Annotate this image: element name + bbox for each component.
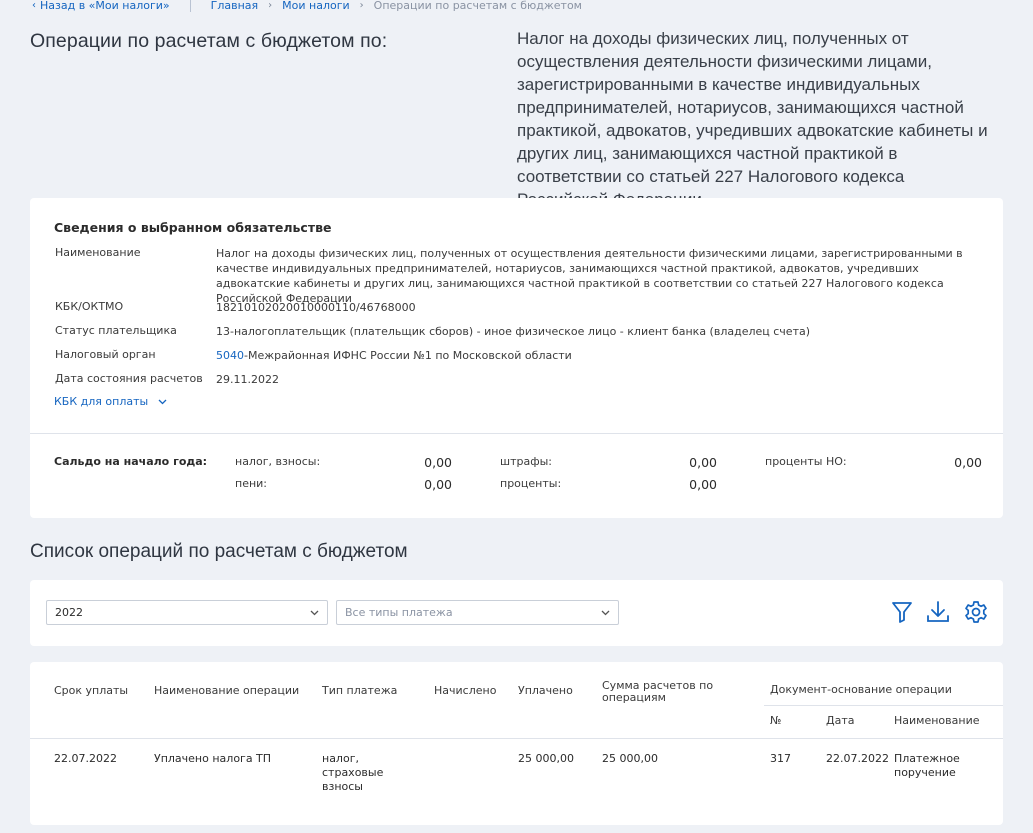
doc-header-divider: [764, 705, 1003, 706]
filter-icon[interactable]: [890, 600, 914, 624]
chevron-down-icon: [158, 399, 167, 404]
col-header-doc-date: Дата: [826, 714, 855, 727]
cell-doc-name: Платежное поручение: [894, 752, 960, 779]
col-header-sum[interactable]: Сумма расчетов по операциям: [602, 680, 732, 704]
back-link[interactable]: ‹ Назад в «Мои налоги»: [32, 0, 170, 12]
filter-bar: 2022 Все типы платежа: [30, 580, 1003, 646]
kbk-pay-toggle[interactable]: КБК для оплаты: [54, 395, 167, 408]
operations-list-title: Список операций по расчетам с бюджетом: [30, 541, 408, 562]
operations-table: Срок уплаты Наименование операции Тип пл…: [30, 662, 1003, 825]
tax-office-code-link[interactable]: 5040: [216, 349, 244, 362]
tax-title: Налог на доходы физических лиц, полученн…: [517, 29, 988, 209]
cell-paid: 25 000,00: [518, 752, 574, 765]
saldo-tax-value: 0,00: [424, 455, 452, 470]
chevron-down-icon: [310, 610, 319, 615]
col-header-paid: Уплачено: [518, 684, 573, 697]
settings-icon[interactable]: [964, 600, 988, 624]
payment-type-select[interactable]: Все типы платежа: [336, 600, 619, 625]
breadcrumb-current: Операции по расчетам с бюджетом: [373, 0, 582, 12]
breadcrumb-my-taxes[interactable]: Мои налоги: [282, 0, 350, 12]
col-header-doc: Документ-основание операции: [770, 683, 952, 696]
table-header-divider: [30, 738, 1003, 739]
saldo-interest-value: 0,00: [689, 477, 717, 492]
chevron-down-icon: [601, 610, 610, 615]
saldo-label: Сальдо на начало года:: [54, 455, 208, 468]
payment-type-placeholder: Все типы платежа: [345, 606, 453, 619]
breadcrumb-home[interactable]: Главная: [211, 0, 259, 12]
chevron-right-icon: ›: [359, 0, 364, 11]
saldo-interest-label: проценты:: [500, 477, 562, 490]
col-header-operation: Наименование операции: [154, 684, 300, 697]
status-label: Статус плательщика: [55, 324, 177, 337]
saldo-interest-no-label: проценты НО:: [765, 455, 847, 468]
name-label: Наименование: [55, 246, 141, 259]
col-header-doc-name: Наименование: [894, 714, 980, 727]
back-link-label: Назад в «Мои налоги»: [40, 0, 170, 12]
col-header-accrued: Начислено: [434, 684, 497, 697]
card-divider: [30, 433, 1003, 434]
tax-office-value: 5040-Межрайонная ИФНС России №1 по Моско…: [216, 348, 981, 363]
page-title: Операции по расчетам с бюджетом по:: [30, 30, 388, 52]
saldo-penalty-value: 0,00: [424, 477, 452, 492]
cell-operation: Уплачено налога ТП: [154, 752, 272, 765]
breadcrumb-separator: [189, 0, 191, 12]
col-header-due: Срок уплаты: [54, 684, 129, 697]
saldo-penalty-label: пени:: [235, 477, 268, 490]
chevron-right-icon: ›: [268, 0, 273, 11]
kbk-value: 18210102020010000110/46768000: [216, 301, 416, 314]
kbk-pay-label: КБК для оплаты: [54, 395, 149, 408]
kbk-label: КБК/ОКТМО: [55, 300, 124, 313]
name-value: Налог на доходы физических лиц, полученн…: [216, 247, 963, 305]
status-value: 13-налогоплательщик (плательщик сборов) …: [216, 325, 811, 338]
year-select-value: 2022: [55, 606, 83, 619]
saldo-fines-value: 0,00: [689, 455, 717, 470]
col-header-doc-num: №: [770, 714, 782, 727]
obligation-heading: Сведения о выбранном обязательстве: [54, 220, 332, 235]
breadcrumb: ‹ Назад в «Мои налоги» Главная › Мои нал…: [32, 0, 582, 12]
date-label: Дата состояния расчетов: [55, 372, 203, 385]
col-header-payment-type: Тип платежа: [322, 684, 398, 697]
cell-due: 22.07.2022: [54, 752, 117, 765]
tax-office-label: Налоговый орган: [55, 348, 156, 361]
saldo-interest-no-value: 0,00: [954, 455, 982, 470]
cell-doc-date: 22.07.2022: [826, 752, 889, 765]
year-select[interactable]: 2022: [46, 600, 328, 625]
saldo-tax-label: налог, взносы:: [235, 455, 321, 468]
cell-doc-num: 317: [770, 752, 791, 765]
saldo-fines-label: штрафы:: [500, 455, 552, 468]
download-icon[interactable]: [926, 600, 950, 624]
chevron-left-icon: ‹: [32, 0, 36, 11]
cell-sum: 25 000,00: [602, 752, 658, 765]
cell-payment-type: налог, страховые взносы: [322, 752, 384, 793]
obligation-card: Сведения о выбранном обязательстве Наиме…: [30, 198, 1003, 518]
date-value: 29.11.2022: [216, 373, 279, 386]
tax-office-name: -Межрайонная ИФНС России №1 по Московско…: [244, 349, 572, 362]
